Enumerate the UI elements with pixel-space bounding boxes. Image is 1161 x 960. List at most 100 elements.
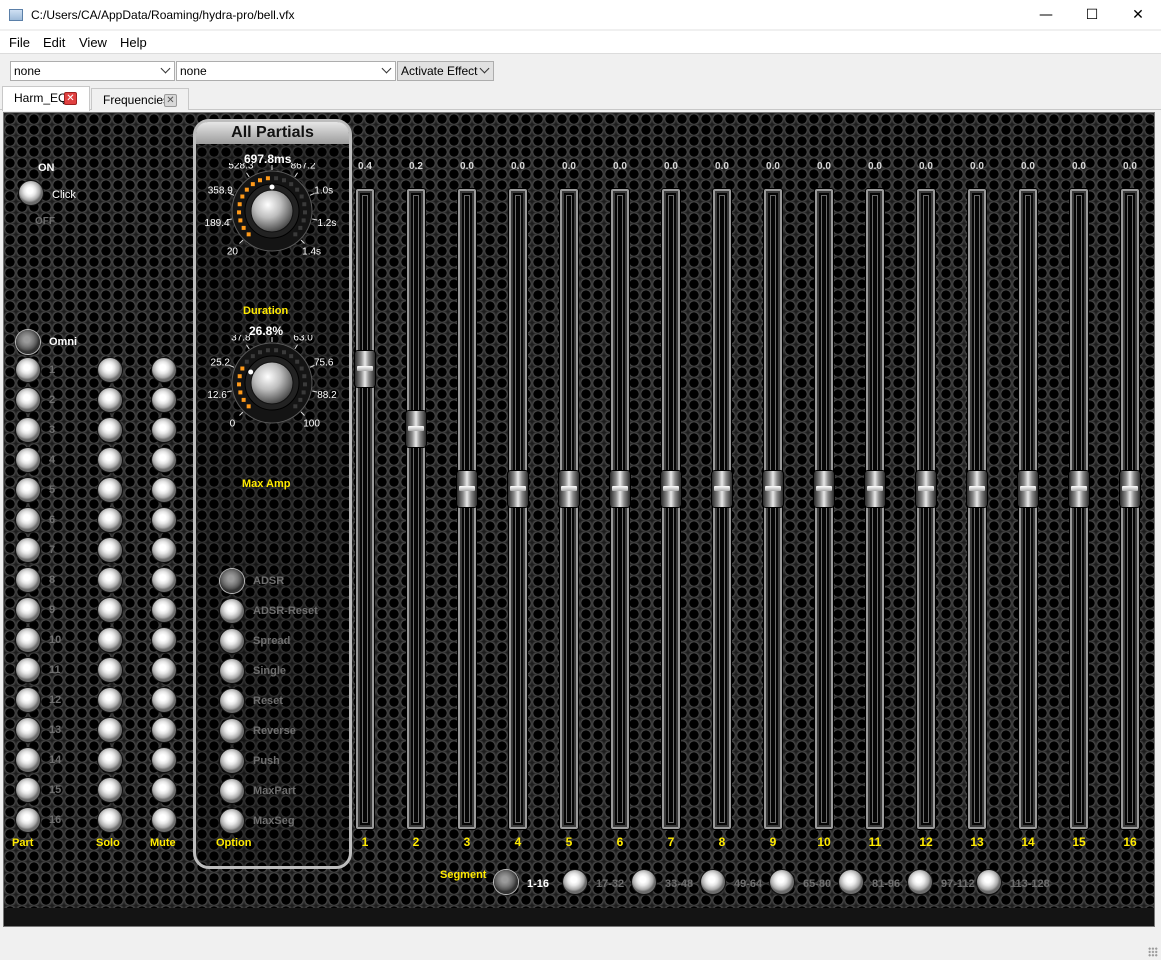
mute-button-8[interactable] (152, 568, 176, 592)
solo-button-13[interactable] (98, 718, 122, 742)
part-button-8[interactable] (16, 568, 40, 592)
option-button-maxseg[interactable] (220, 809, 244, 833)
part-button-13[interactable] (16, 718, 40, 742)
solo-button-9[interactable] (98, 598, 122, 622)
slider-track-2[interactable] (407, 189, 425, 829)
part-button-11[interactable] (16, 658, 40, 682)
option-button-single[interactable] (220, 659, 244, 683)
tab-harm-eq[interactable]: Harm_EQ ✕ (2, 86, 90, 111)
preset-select-1[interactable]: none (10, 61, 175, 81)
slider-thumb-5[interactable] (559, 471, 579, 507)
slider-track-10[interactable] (815, 189, 833, 829)
mute-button-7[interactable] (152, 538, 176, 562)
slider-thumb-1[interactable] (355, 351, 375, 387)
part-button-14[interactable] (16, 748, 40, 772)
segment-button-97-112[interactable] (908, 870, 932, 894)
mute-button-16[interactable] (152, 808, 176, 832)
slider-thumb-13[interactable] (967, 471, 987, 507)
slider-thumb-10[interactable] (814, 471, 834, 507)
slider-thumb-12[interactable] (916, 471, 936, 507)
menu-file[interactable]: File (9, 35, 30, 50)
segment-button-33-48[interactable] (632, 870, 656, 894)
slider-track-15[interactable] (1070, 189, 1088, 829)
slider-thumb-3[interactable] (457, 471, 477, 507)
menu-view[interactable]: View (79, 35, 107, 50)
solo-button-12[interactable] (98, 688, 122, 712)
slider-thumb-7[interactable] (661, 471, 681, 507)
close-button[interactable]: ✕ (1115, 0, 1161, 30)
solo-button-14[interactable] (98, 748, 122, 772)
option-button-push[interactable] (220, 749, 244, 773)
mute-button-9[interactable] (152, 598, 176, 622)
resize-grip-icon[interactable] (1148, 947, 1158, 957)
mute-button-1[interactable] (152, 358, 176, 382)
mute-button-4[interactable] (152, 448, 176, 472)
slider-thumb-8[interactable] (712, 471, 732, 507)
solo-button-3[interactable] (98, 418, 122, 442)
mute-button-14[interactable] (152, 748, 176, 772)
mute-button-3[interactable] (152, 418, 176, 442)
solo-button-15[interactable] (98, 778, 122, 802)
solo-button-8[interactable] (98, 568, 122, 592)
max-amp-knob[interactable]: 012.625.237.850.463.075.688.2100 (195, 335, 349, 465)
slider-track-4[interactable] (509, 189, 527, 829)
mute-button-11[interactable] (152, 658, 176, 682)
mute-button-12[interactable] (152, 688, 176, 712)
segment-button-1-16[interactable] (494, 870, 518, 894)
part-button-1[interactable] (16, 358, 40, 382)
slider-track-8[interactable] (713, 189, 731, 829)
slider-track-16[interactable] (1121, 189, 1139, 829)
slider-track-14[interactable] (1019, 189, 1037, 829)
segment-button-65-80[interactable] (770, 870, 794, 894)
mute-button-6[interactable] (152, 508, 176, 532)
mute-button-15[interactable] (152, 778, 176, 802)
tab-frequencies[interactable]: Frequencies ✕ (91, 88, 189, 110)
slider-track-6[interactable] (611, 189, 629, 829)
solo-button-2[interactable] (98, 388, 122, 412)
slider-thumb-16[interactable] (1120, 471, 1140, 507)
option-button-spread[interactable] (220, 629, 244, 653)
close-tab-icon[interactable]: ✕ (64, 92, 77, 105)
minimize-button[interactable]: — (1023, 0, 1069, 30)
segment-button-81-96[interactable] (839, 870, 863, 894)
part-button-3[interactable] (16, 418, 40, 442)
part-button-15[interactable] (16, 778, 40, 802)
part-button-12[interactable] (16, 688, 40, 712)
solo-button-6[interactable] (98, 508, 122, 532)
slider-track-11[interactable] (866, 189, 884, 829)
part-button-5[interactable] (16, 478, 40, 502)
part-button-2[interactable] (16, 388, 40, 412)
slider-thumb-2[interactable] (406, 411, 426, 447)
duration-knob[interactable]: 20189.4358.9528.3697.8867.21.0s1.2s1.4s (195, 163, 349, 293)
option-button-maxpart[interactable] (220, 779, 244, 803)
slider-thumb-14[interactable] (1018, 471, 1038, 507)
segment-button-113-128[interactable] (977, 870, 1001, 894)
mute-button-10[interactable] (152, 628, 176, 652)
solo-button-4[interactable] (98, 448, 122, 472)
option-button-reverse[interactable] (220, 719, 244, 743)
part-button-6[interactable] (16, 508, 40, 532)
activate-effect-select[interactable]: Activate Effect (397, 61, 494, 81)
maximize-button[interactable]: ☐ (1069, 0, 1115, 30)
option-button-adsr[interactable] (220, 569, 244, 593)
slider-thumb-6[interactable] (610, 471, 630, 507)
part-button-7[interactable] (16, 538, 40, 562)
part-button-10[interactable] (16, 628, 40, 652)
solo-button-11[interactable] (98, 658, 122, 682)
slider-thumb-11[interactable] (865, 471, 885, 507)
slider-track-12[interactable] (917, 189, 935, 829)
slider-track-7[interactable] (662, 189, 680, 829)
segment-button-49-64[interactable] (701, 870, 725, 894)
mute-button-5[interactable] (152, 478, 176, 502)
menu-edit[interactable]: Edit (43, 35, 65, 50)
preset-select-2[interactable]: none (176, 61, 396, 81)
slider-track-3[interactable] (458, 189, 476, 829)
solo-button-7[interactable] (98, 538, 122, 562)
slider-track-5[interactable] (560, 189, 578, 829)
option-button-adsr-reset[interactable] (220, 599, 244, 623)
slider-track-13[interactable] (968, 189, 986, 829)
mute-button-2[interactable] (152, 388, 176, 412)
omni-button[interactable] (16, 330, 40, 354)
mute-button-13[interactable] (152, 718, 176, 742)
power-toggle[interactable] (19, 181, 43, 205)
